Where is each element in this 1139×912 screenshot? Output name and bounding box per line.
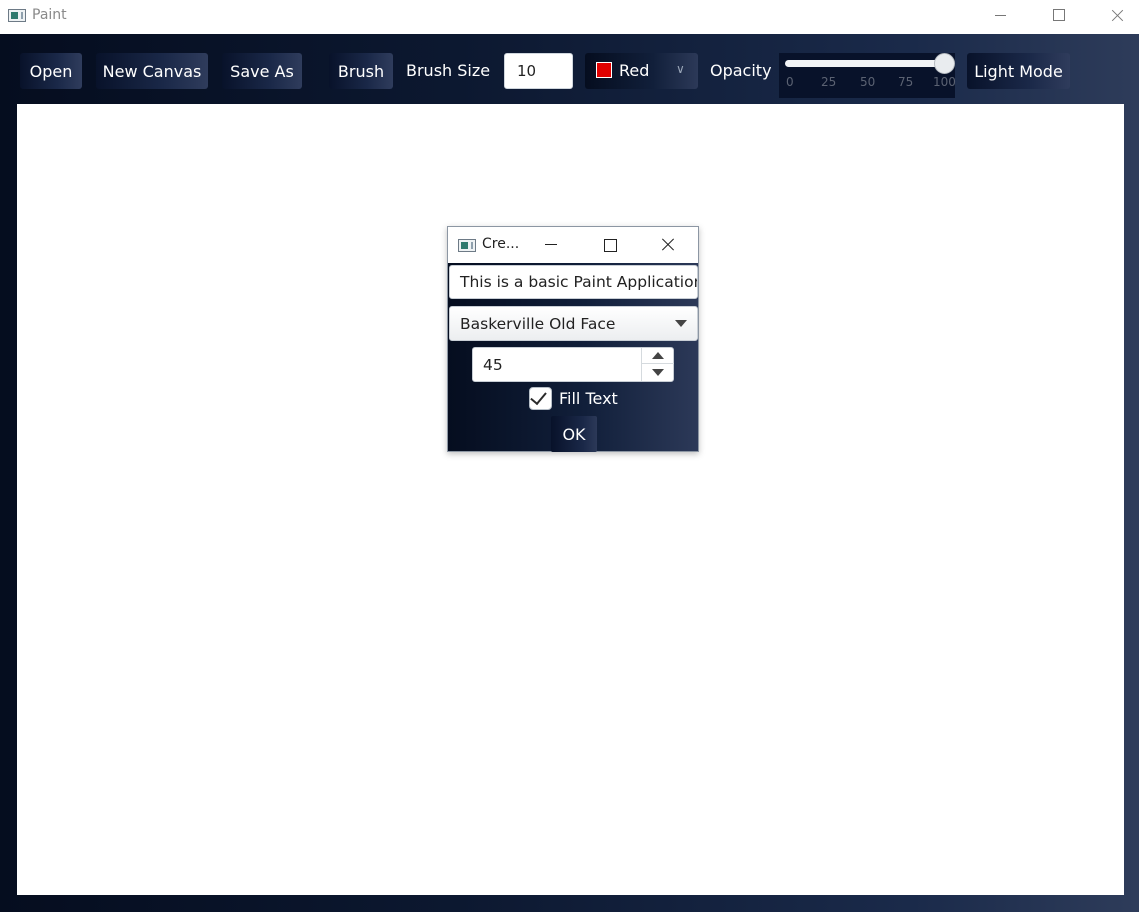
new-canvas-button[interactable]: New Canvas <box>96 53 208 89</box>
drawing-canvas[interactable] <box>17 104 1124 895</box>
opacity-slider[interactable]: 0 25 50 75 100 <box>779 53 956 98</box>
dialog-title: Cre... <box>482 236 520 252</box>
dialog-maximize-icon[interactable] <box>590 227 630 263</box>
opacity-tick-label: 100 <box>933 75 956 89</box>
font-size-spinner[interactable]: 45 <box>472 347 674 382</box>
dialog-titlebar: Cre... <box>448 227 698 263</box>
opacity-tick-label: 50 <box>860 75 876 89</box>
checkmark-icon <box>530 387 547 406</box>
color-select[interactable]: Red ∨ <box>585 53 698 89</box>
brush-size-input[interactable]: 10 <box>504 53 573 89</box>
opacity-tick-label: 75 <box>898 75 914 89</box>
color-select-value: Red <box>619 61 650 80</box>
text-input[interactable]: This is a basic Paint Application <box>449 265 698 299</box>
dialog-minimize-icon[interactable] <box>532 227 572 263</box>
opacity-slider-thumb[interactable] <box>934 53 955 74</box>
main-area: Open New Canvas Save As Brush Brush Size… <box>0 34 1139 912</box>
close-icon[interactable] <box>1094 0 1139 32</box>
decrement-arrow-icon[interactable] <box>642 365 674 381</box>
maximize-icon[interactable] <box>1036 0 1082 32</box>
chevron-down-icon <box>675 320 687 327</box>
brush-size-label: Brush Size <box>406 61 491 80</box>
opacity-tick-label: 25 <box>821 75 837 89</box>
opacity-slider-track <box>785 60 943 67</box>
open-button[interactable]: Open <box>20 53 82 89</box>
chevron-down-icon: ∨ <box>676 62 685 76</box>
font-select[interactable]: Baskerville Old Face <box>449 306 698 341</box>
dialog-close-icon[interactable] <box>648 227 688 263</box>
minimize-icon[interactable] <box>978 0 1024 32</box>
brush-button[interactable]: Brush <box>329 53 393 89</box>
toolbar: Open New Canvas Save As Brush Brush Size… <box>0 34 1139 104</box>
fill-text-label: Fill Text <box>559 389 618 408</box>
window-titlebar: Paint <box>0 0 1139 32</box>
opacity-tick-label: 0 <box>786 75 794 89</box>
font-select-value: Baskerville Old Face <box>460 314 616 333</box>
color-swatch <box>596 62 612 78</box>
light-mode-button[interactable]: Light Mode <box>967 53 1070 89</box>
save-as-button[interactable]: Save As <box>222 53 302 89</box>
dialog-app-icon <box>458 239 476 252</box>
opacity-label: Opacity <box>710 61 772 80</box>
font-size-value: 45 <box>483 356 503 374</box>
create-text-dialog: Cre... This is a basic Paint Application… <box>447 226 699 452</box>
ok-button[interactable]: OK <box>551 416 597 452</box>
fill-text-checkbox[interactable] <box>529 387 552 410</box>
paint-app-icon <box>8 9 26 22</box>
window-title: Paint <box>32 7 67 23</box>
increment-arrow-icon[interactable] <box>642 348 674 364</box>
